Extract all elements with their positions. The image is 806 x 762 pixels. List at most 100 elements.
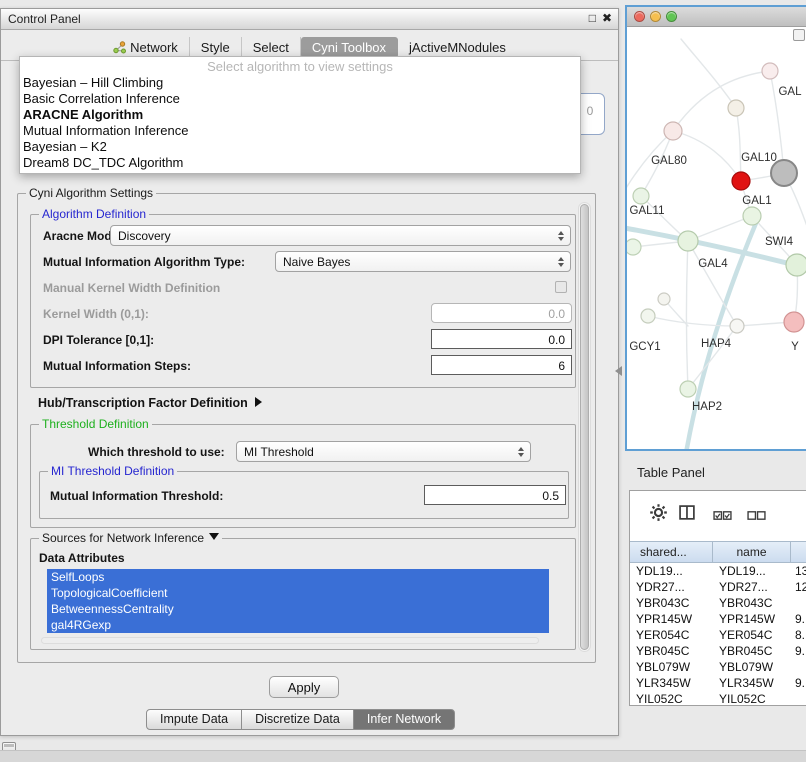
which-threshold-select[interactable]: MI Threshold (236, 441, 531, 462)
overview-toggle[interactable] (793, 29, 805, 41)
close-window-icon[interactable]: ✖ (602, 11, 612, 25)
table-row[interactable]: YBR045CYBR045C9. (630, 643, 806, 659)
control-panel-titlebar: Control Panel □ ✖ (1, 9, 618, 30)
network-canvas[interactable]: GAL80GALGAL10GAL11GAL1SWI4GAL4GCY1HAP4YH… (627, 27, 806, 449)
kernel-width-field[interactable]: 0.0 (431, 303, 572, 323)
algorithm-option-mutual-information-inference[interactable]: Mutual Information Inference (20, 123, 580, 139)
aracne-mode-select[interactable]: Discovery (110, 225, 571, 246)
network-window-titlebar (627, 7, 806, 27)
node-label-swi4: SWI4 (765, 236, 794, 248)
bottom-tab-bar: Impute DataDiscretize DataInfer Network (146, 709, 455, 730)
table-row[interactable]: YPR145WYPR145W9. (630, 611, 806, 627)
node-label-gal11: GAL11 (630, 205, 665, 217)
tab-cyni-toolbox[interactable]: Cyni Toolbox (301, 37, 398, 58)
mi-threshold-label: Mutual Information Threshold: (50, 489, 223, 503)
network-node-small-pale[interactable] (658, 293, 670, 305)
expander-arrow-icon (255, 397, 262, 407)
column-header-name[interactable]: name (713, 541, 791, 563)
algorithm-option-dream8-dc-tdc-algorithm[interactable]: Dream8 DC_TDC Algorithm (20, 155, 580, 171)
close-traffic-light[interactable] (634, 11, 645, 22)
network-node-mid-pale[interactable] (728, 100, 744, 116)
attribute-item-gal4rgexp[interactable]: gal4RGexp (47, 617, 549, 633)
network-edge (648, 316, 737, 326)
splitter-collapse-arrow[interactable] (615, 366, 622, 376)
network-view-window: GAL80GALGAL10GAL11GAL1SWI4GAL4GCY1HAP4YH… (625, 5, 806, 451)
popup-placeholder: Select algorithm to view settings (20, 57, 580, 75)
combo-arrows-icon (554, 231, 570, 241)
settings-scrollbar[interactable] (578, 202, 591, 652)
network-edge (685, 223, 756, 449)
column-header-value[interactable] (791, 541, 806, 563)
table-row[interactable]: YER054CYER054C8. (630, 627, 806, 643)
network-node-gal11[interactable] (633, 188, 649, 204)
table-row[interactable]: YBL079WYBL079W (630, 659, 806, 675)
attribute-item-betweennesscentrality[interactable]: BetweennessCentrality (47, 601, 549, 617)
table-cell: YDL19... (713, 563, 791, 579)
mi-algorithm-type-select[interactable]: Naive Bayes (275, 251, 571, 272)
tab-label: Network (130, 40, 178, 55)
network-node-left-green[interactable] (627, 239, 641, 255)
mi-steps-field[interactable]: 6 (431, 355, 572, 375)
table-cell: YLR345W (713, 675, 791, 691)
table-cell: YDR27... (713, 579, 791, 595)
network-node-gal1[interactable] (743, 207, 761, 225)
node-label-gal: GAL (778, 86, 802, 98)
hub-definition-expander[interactable]: Hub/Transcription Factor Definition (38, 396, 262, 410)
network-node-gal80[interactable] (664, 122, 682, 140)
table-cell (791, 595, 806, 611)
bottom-tab-impute-data[interactable]: Impute Data (146, 709, 242, 730)
gear-icon[interactable] (649, 503, 668, 527)
collapse-arrow-icon[interactable] (209, 533, 219, 540)
data-attributes-list: SelfLoopsTopologicalCoefficientBetweenne… (47, 569, 549, 633)
table-row[interactable]: YBR043CYBR043C (630, 595, 806, 611)
tab-select[interactable]: Select (242, 37, 301, 58)
table-row[interactable]: YDR27...YDR27...12 (630, 579, 806, 595)
attribute-item-selfloops[interactable]: SelfLoops (47, 569, 549, 585)
kernel-width-label: Kernel Width (0,1): (43, 307, 149, 321)
network-node-swi4[interactable] (786, 254, 806, 276)
algorithm-option-bayesian-hill-climbing[interactable]: Bayesian – Hill Climbing (20, 75, 580, 91)
zoom-traffic-light[interactable] (666, 11, 677, 22)
network-node-gcy1[interactable] (641, 309, 655, 323)
network-node-right-pink[interactable] (784, 312, 804, 332)
table-body: YDL19...YDL19...13YDR27...YDR27...12YBR0… (630, 563, 806, 705)
table-cell: YBR045C (630, 643, 713, 659)
network-node-hap2[interactable] (680, 381, 696, 397)
scrollbar-thumb[interactable] (580, 204, 589, 650)
apply-button[interactable]: Apply (269, 676, 339, 698)
dpi-tolerance-field[interactable]: 0.0 (431, 329, 572, 349)
table-cell: YBR043C (713, 595, 791, 611)
tab-network[interactable]: Network (102, 37, 190, 58)
attribute-item-topologicalcoefficient[interactable]: TopologicalCoefficient (47, 585, 549, 601)
table-cell (791, 659, 806, 675)
node-label-gal4: GAL4 (698, 258, 728, 270)
bottom-tab-infer-network[interactable]: Infer Network (353, 709, 455, 730)
deselect-all-checkboxes-icon[interactable] (747, 508, 766, 526)
algorithm-option-bayesian-k2[interactable]: Bayesian – K2 (20, 139, 580, 155)
node-label-gcy1: GCY1 (629, 341, 660, 353)
network-node-top-pink[interactable] (762, 63, 778, 79)
select-all-checkboxes-icon[interactable] (713, 508, 732, 526)
table-row[interactable]: YDL19...YDL19...13 (630, 563, 806, 579)
minimize-traffic-light[interactable] (650, 11, 661, 22)
network-node-gal4[interactable] (678, 231, 698, 251)
table-cell: YDL19... (630, 563, 713, 579)
float-window-icon[interactable]: □ (589, 11, 596, 25)
combo-arrows-icon (554, 257, 570, 267)
tab-style[interactable]: Style (190, 37, 242, 58)
manual-kernel-width-checkbox[interactable] (555, 281, 567, 293)
tab-jactivemnodules[interactable]: jActiveMNodules (398, 37, 517, 58)
algorithm-option-aracne-algorithm[interactable]: ARACNE Algorithm (20, 107, 580, 123)
list-horizontal-scrollbar[interactable] (41, 637, 539, 644)
bottom-tab-discretize-data[interactable]: Discretize Data (241, 709, 354, 730)
mi-threshold-field[interactable]: 0.5 (424, 485, 566, 505)
dpi-tolerance-label: DPI Tolerance [0,1]: (43, 333, 154, 347)
table-row[interactable]: YIL052CYIL052C (630, 691, 806, 705)
network-node-mid-white[interactable] (730, 319, 744, 333)
table-row[interactable]: YLR345WYLR345W9. (630, 675, 806, 691)
algorithm-option-basic-correlation-inference[interactable]: Basic Correlation Inference (20, 91, 580, 107)
column-header-shared[interactable]: shared... (630, 541, 713, 563)
network-node-red-node[interactable] (732, 172, 750, 190)
columns-icon[interactable] (679, 505, 696, 526)
table-cell: YBL079W (630, 659, 713, 675)
